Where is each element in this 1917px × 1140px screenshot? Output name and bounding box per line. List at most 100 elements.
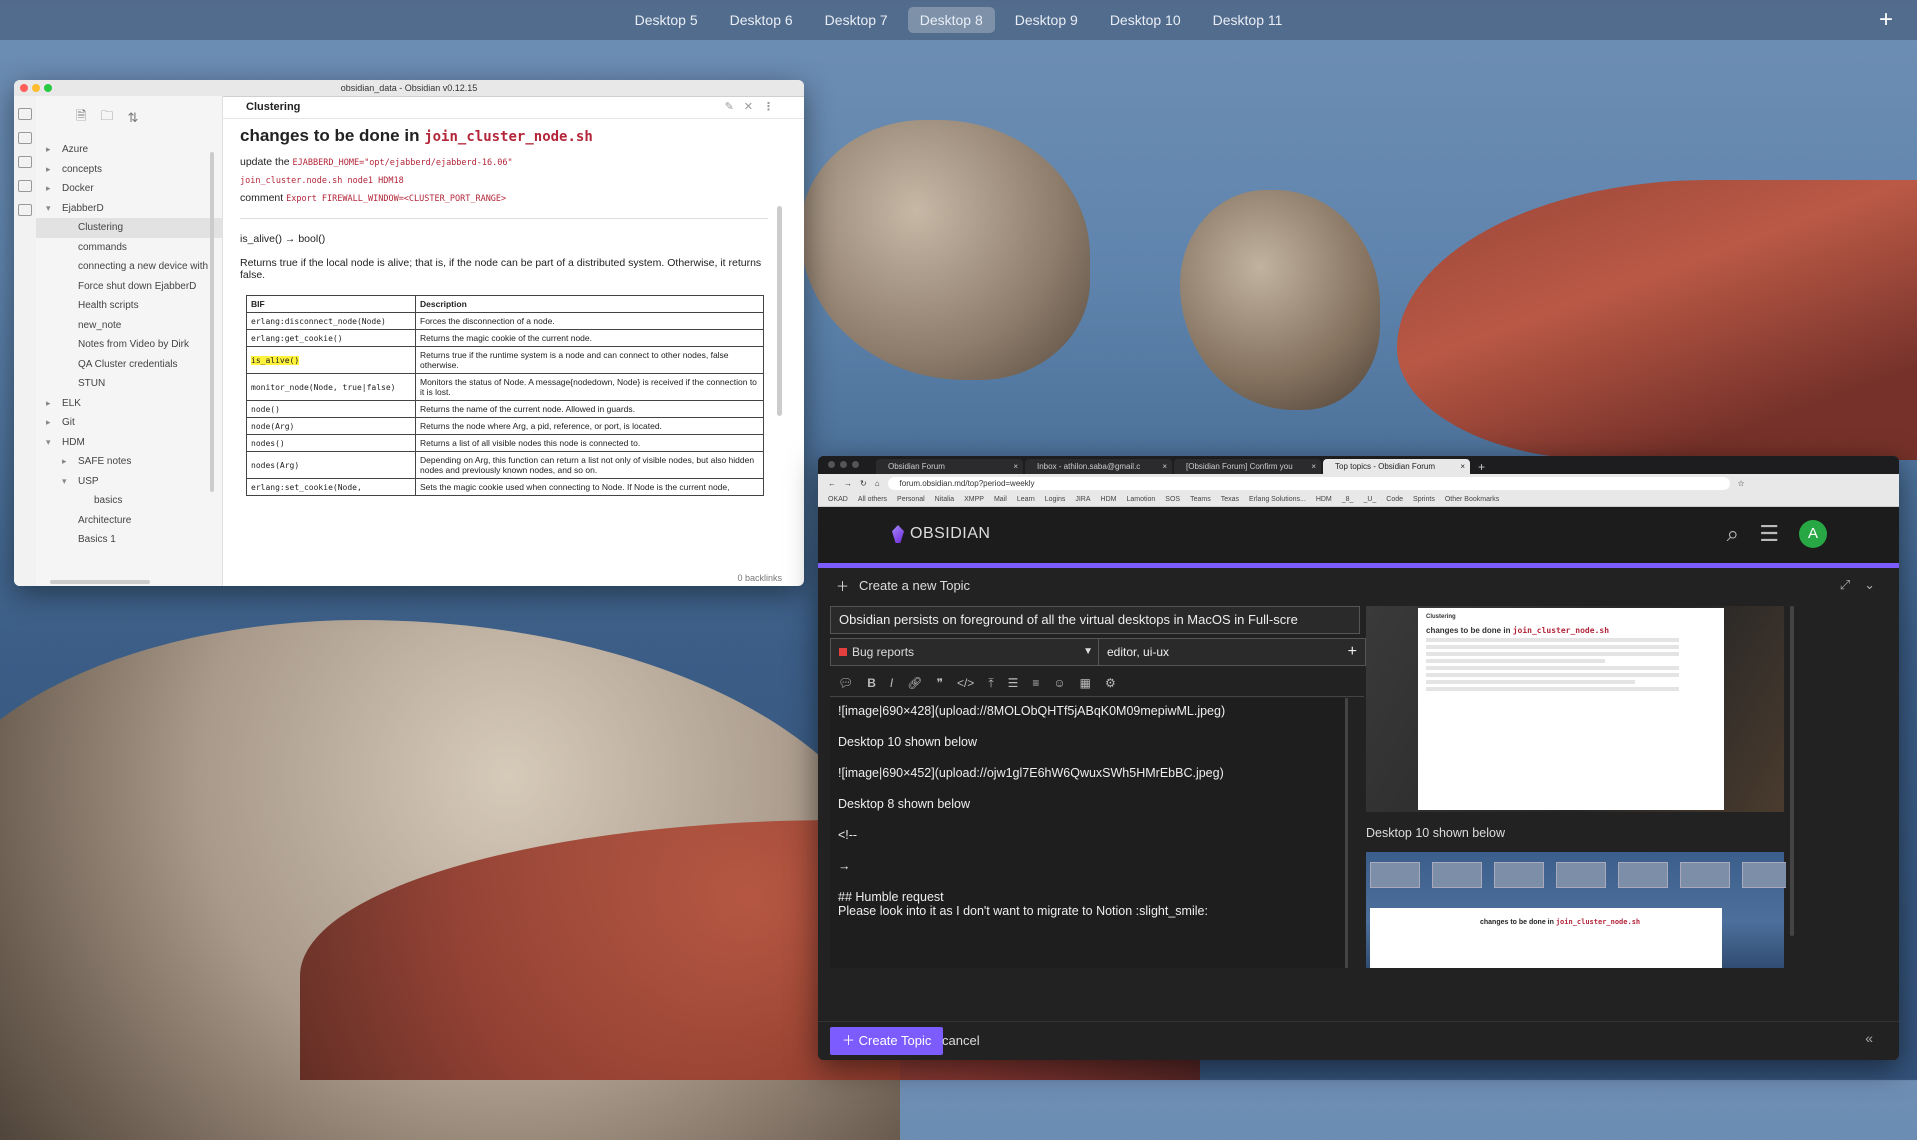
bullet-list-icon[interactable]: ☰ <box>1008 676 1019 690</box>
templates-icon[interactable] <box>18 180 32 192</box>
file-tree-folder[interactable]: USP <box>36 472 222 492</box>
bookmark-item[interactable]: XMPP <box>964 496 984 503</box>
avatar[interactable]: A <box>1799 520 1827 548</box>
markdown-editor[interactable]: ![image|690×428](upload://8MOLObQHTf5jAB… <box>830 698 1348 968</box>
bookmark-item[interactable]: SOS <box>1165 496 1180 503</box>
daily-note-icon[interactable] <box>18 156 32 168</box>
new-note-icon[interactable]: 🗎 <box>76 107 86 129</box>
command-palette-icon[interactable] <box>18 204 32 216</box>
code-icon[interactable]: </> <box>957 676 974 690</box>
bookmark-item[interactable]: Code <box>1386 496 1403 503</box>
close-tab-icon[interactable]: × <box>1460 459 1465 474</box>
category-select[interactable]: Bug reports ▼ <box>830 638 1102 666</box>
create-topic-button[interactable]: ＋ Create Topic <box>830 1027 944 1055</box>
add-tag-icon[interactable]: + <box>1348 639 1357 665</box>
zoom-window-button[interactable] <box>852 461 859 468</box>
search-icon[interactable]: ⌕ <box>1727 521 1739 547</box>
close-icon[interactable]: ✕ <box>744 100 753 113</box>
bookmark-item[interactable]: Erlang Solutions... <box>1249 496 1306 503</box>
desktop-tab[interactable]: Desktop 10 <box>1098 7 1193 33</box>
desktop-tab[interactable]: Desktop 6 <box>718 7 805 33</box>
obsidian-logo[interactable]: OBSIDIAN <box>892 525 990 543</box>
bookmark-item[interactable]: _U_ <box>1363 496 1376 503</box>
browser-tab[interactable]: Top topics - Obsidian Forum × <box>1323 459 1470 474</box>
home-icon[interactable]: ⌂ <box>875 479 880 488</box>
topic-title-input[interactable]: Obsidian persists on foreground of all t… <box>830 606 1360 634</box>
new-tab-button[interactable]: + <box>1472 460 1485 474</box>
upload-icon[interactable]: ⤒ <box>988 676 993 691</box>
file-tree-folder[interactable]: HDM <box>36 433 222 453</box>
minimize-window-button[interactable] <box>840 461 847 468</box>
cancel-link[interactable]: cancel <box>942 1027 980 1055</box>
bookmark-item[interactable]: Sprints <box>1413 496 1435 503</box>
bookmark-item[interactable]: HDM <box>1316 496 1332 503</box>
explorer-horizontal-scrollbar[interactable] <box>50 580 150 584</box>
file-tree-note[interactable]: new_note <box>36 316 222 336</box>
emoji-icon[interactable]: ☺ <box>1053 676 1065 690</box>
bookmark-item[interactable]: Personal <box>897 496 925 503</box>
bookmark-item[interactable]: Nitalia <box>935 496 954 503</box>
preview-scrollbar[interactable] <box>1790 606 1794 936</box>
file-tree-folder[interactable]: concepts <box>36 160 222 180</box>
quick-switcher-icon[interactable] <box>18 132 32 144</box>
file-tree-note[interactable]: QA Cluster credentials <box>36 355 222 375</box>
file-tree-note[interactable]: Notes from Video by Dirk <box>36 335 222 355</box>
file-tree-folder[interactable]: Docker <box>36 179 222 199</box>
url-input[interactable]: forum.obsidian.md/top?period=weekly <box>887 476 1730 490</box>
bookmark-star-icon[interactable]: ☆ <box>1738 479 1745 488</box>
zoom-window-button[interactable] <box>44 84 52 92</box>
more-options-icon[interactable]: ⋮ <box>763 100 774 113</box>
bookmark-item[interactable]: Texas <box>1221 496 1239 503</box>
file-tree-note[interactable]: Basics 1 <box>36 530 222 550</box>
backlinks-count[interactable]: 0 backlinks <box>737 573 782 583</box>
file-tree-note[interactable]: commands <box>36 238 222 258</box>
back-icon[interactable]: ← <box>828 479 836 488</box>
note-tab-title[interactable]: Clustering <box>246 101 300 113</box>
desktop-tab[interactable]: Desktop 9 <box>1003 7 1090 33</box>
sort-icon[interactable]: ⇅ <box>127 110 138 126</box>
explorer-scrollbar[interactable] <box>210 152 214 492</box>
add-desktop-button[interactable]: + <box>1879 6 1893 34</box>
link-icon[interactable]: 🔗︎ <box>907 676 922 690</box>
graph-view-icon[interactable] <box>18 108 32 120</box>
file-tree-note[interactable]: Health scripts <box>36 296 222 316</box>
reload-icon[interactable]: ↻ <box>860 479 867 488</box>
edit-icon[interactable]: ✎ <box>725 100 734 113</box>
hamburger-menu-icon[interactable]: ☰ <box>1759 521 1779 547</box>
fullscreen-icon[interactable]: ⤢ <box>1840 577 1850 593</box>
bookmark-item[interactable]: OKAD <box>828 496 848 503</box>
forward-icon[interactable]: → <box>844 479 852 488</box>
file-tree-note[interactable]: STUN <box>36 374 222 394</box>
file-tree-folder[interactable]: SAFE notes <box>36 452 222 472</box>
blockquote-icon[interactable]: ❞ <box>936 676 942 690</box>
file-tree-note[interactable]: basics <box>36 491 222 511</box>
collapse-preview-icon[interactable]: « <box>1865 1030 1873 1046</box>
new-folder-icon[interactable]: 🗀 <box>100 107 113 129</box>
collapse-composer-icon[interactable]: ⌄ <box>1864 577 1875 593</box>
note-scrollbar[interactable] <box>777 206 782 416</box>
bookmark-item[interactable]: JIRA <box>1075 496 1090 503</box>
file-tree-note[interactable]: Force shut down EjabberD <box>36 277 222 297</box>
bookmark-item[interactable]: Teams <box>1190 496 1211 503</box>
bookmark-item[interactable]: Mail <box>994 496 1007 503</box>
file-tree-folder[interactable]: EjabberD <box>36 199 222 219</box>
file-tree-note[interactable]: Clustering <box>36 218 222 238</box>
close-tab-icon[interactable]: × <box>1311 459 1316 474</box>
minimize-window-button[interactable] <box>32 84 40 92</box>
close-window-button[interactable] <box>828 461 835 468</box>
gear-icon[interactable]: ⚙ <box>1105 676 1116 690</box>
bookmark-item[interactable]: _8_ <box>1342 496 1354 503</box>
file-tree-folder[interactable]: ELK <box>36 394 222 414</box>
desktop-tab[interactable]: Desktop 8 <box>907 7 995 33</box>
bookmark-item[interactable]: Logins <box>1045 496 1066 503</box>
file-tree-folder[interactable]: Git <box>36 413 222 433</box>
bookmark-item[interactable]: Other Bookmarks <box>1445 496 1499 503</box>
bold-icon[interactable]: B <box>867 676 876 690</box>
browser-tab[interactable]: [Obsidian Forum] Confirm you × <box>1174 459 1321 474</box>
numbered-list-icon[interactable]: ≡ <box>1032 676 1039 690</box>
close-window-button[interactable] <box>20 84 28 92</box>
bookmark-item[interactable]: HDM <box>1101 496 1117 503</box>
browser-tab[interactable]: Obsidian Forum × <box>876 459 1023 474</box>
bookmark-item[interactable]: Learn <box>1017 496 1035 503</box>
bookmark-item[interactable]: All others <box>858 496 887 503</box>
